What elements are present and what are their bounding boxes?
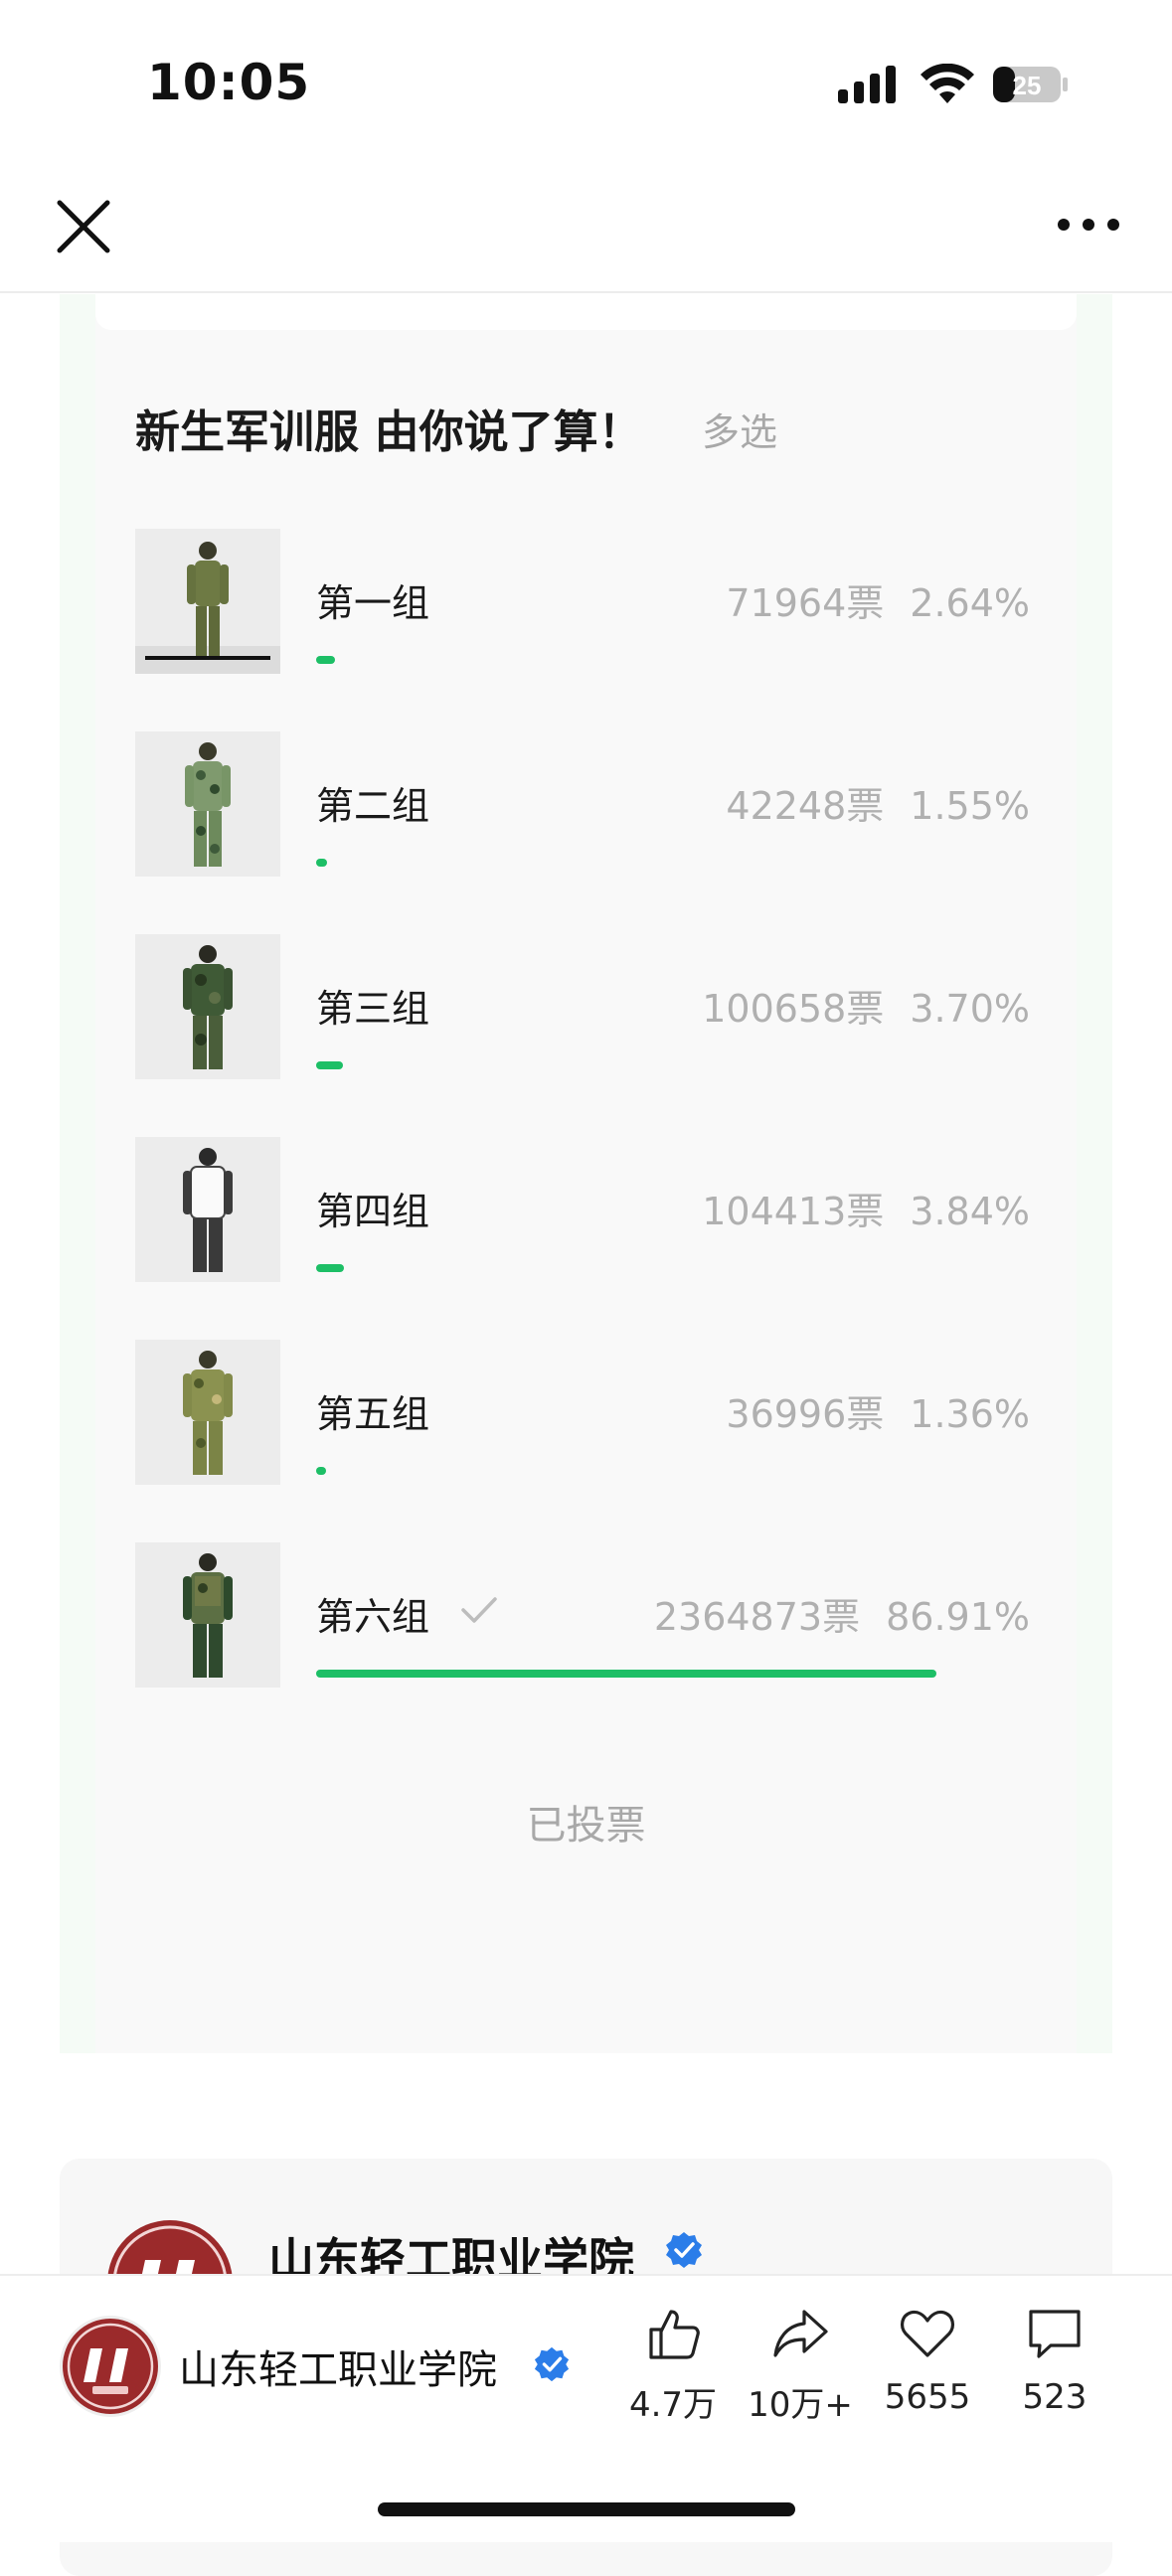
option-stats: 71964票 2.64% — [726, 572, 1030, 627]
option-stats: 100658票 3.70% — [702, 978, 1030, 1033]
poll-option-2[interactable]: 第二组 42248票 1.55% — [135, 731, 1030, 877]
option-label: 第三组 — [316, 987, 430, 1031]
option-image — [135, 1137, 280, 1282]
option-percent: 3.84% — [910, 1190, 1030, 1233]
nav-divider — [0, 291, 1172, 293]
option-label: 第四组 — [316, 1190, 430, 1233]
poll-title: 新生军训服 由你说了算！ — [135, 405, 643, 458]
option-percent: 2.64% — [910, 581, 1030, 625]
like-count: 4.7万 — [628, 2385, 718, 2425]
verified-badge-icon — [666, 2232, 702, 2268]
poll-option-3[interactable]: 第三组 100658票 3.70% — [135, 934, 1030, 1079]
poll-option-5[interactable]: 第五组 36996票 1.36% — [135, 1340, 1030, 1485]
poll-option-1[interactable]: 第一组 71964票 2.64% — [135, 529, 1030, 674]
share-count: 10万+ — [748, 2385, 853, 2425]
option-progress-bar — [316, 1061, 343, 1069]
option-image — [135, 529, 280, 674]
option-image — [135, 1340, 280, 1485]
option-percent: 1.55% — [910, 784, 1030, 828]
status-time: 10:05 — [147, 54, 311, 111]
selected-check-icon — [461, 1597, 497, 1623]
option-votes: 71964票 — [726, 581, 885, 625]
option-percent: 86.91% — [886, 1595, 1030, 1639]
poll-type-badge: 多选 — [702, 410, 778, 454]
option-stats: 36996票 1.36% — [726, 1383, 1030, 1438]
option-stats: 42248票 1.55% — [726, 775, 1030, 830]
option-votes: 36996票 — [726, 1392, 885, 1436]
voted-status-button[interactable]: 已投票 — [0, 1793, 1172, 1851]
option-progress-bar — [316, 1467, 326, 1475]
option-stats: 104413票 3.84% — [702, 1181, 1030, 1235]
option-votes: 2364873票 — [653, 1595, 861, 1639]
previous-card-edge — [95, 294, 1077, 330]
home-indicator[interactable] — [378, 2502, 795, 2516]
account-name[interactable]: 山东轻工职业学院 — [179, 2337, 497, 2395]
share-icon — [773, 2310, 828, 2357]
poll-option-4[interactable]: 第四组 104413票 3.84% — [135, 1137, 1030, 1282]
option-image — [135, 731, 280, 877]
comment-count: 523 — [1022, 2377, 1088, 2417]
like-button[interactable]: 4.7万 — [608, 2304, 738, 2426]
option-votes: 42248票 — [726, 784, 885, 828]
favorite-count: 5655 — [884, 2377, 971, 2417]
option-image — [135, 934, 280, 1079]
battery-icon: 25 — [992, 64, 1070, 105]
verified-badge-icon — [534, 2346, 570, 2382]
option-progress-bar — [316, 1264, 344, 1272]
share-button[interactable]: 10万+ — [736, 2304, 865, 2426]
option-label: 第五组 — [316, 1392, 430, 1436]
option-label: 第一组 — [316, 581, 430, 625]
cellular-signal-icon — [838, 66, 896, 103]
comment-icon — [1029, 2310, 1081, 2358]
poll-option-6[interactable]: 第六组 2364873票 86.91% — [135, 1542, 1030, 1688]
option-percent: 1.36% — [910, 1392, 1030, 1436]
wifi-icon — [921, 64, 974, 103]
heart-icon — [900, 2310, 955, 2357]
option-image — [135, 1542, 280, 1688]
option-votes: 100658票 — [702, 987, 885, 1031]
option-progress-bar — [316, 1670, 936, 1678]
comment-button[interactable]: 523 — [990, 2304, 1119, 2417]
option-label: 第六组 — [316, 1595, 430, 1639]
favorite-button[interactable]: 5655 — [863, 2304, 992, 2417]
option-label: 第二组 — [316, 784, 430, 828]
college-avatar[interactable] — [60, 2316, 161, 2417]
option-progress-bar — [316, 859, 327, 867]
option-votes: 104413票 — [702, 1190, 885, 1233]
option-stats: 2364873票 86.91% — [654, 1586, 1030, 1641]
more-icon[interactable] — [1054, 209, 1123, 241]
option-progress-bar — [316, 656, 335, 664]
option-percent: 3.70% — [910, 987, 1030, 1031]
thumbs-up-icon — [649, 2310, 700, 2359]
close-icon[interactable] — [52, 195, 115, 258]
battery-level: 25 — [1013, 71, 1042, 100]
